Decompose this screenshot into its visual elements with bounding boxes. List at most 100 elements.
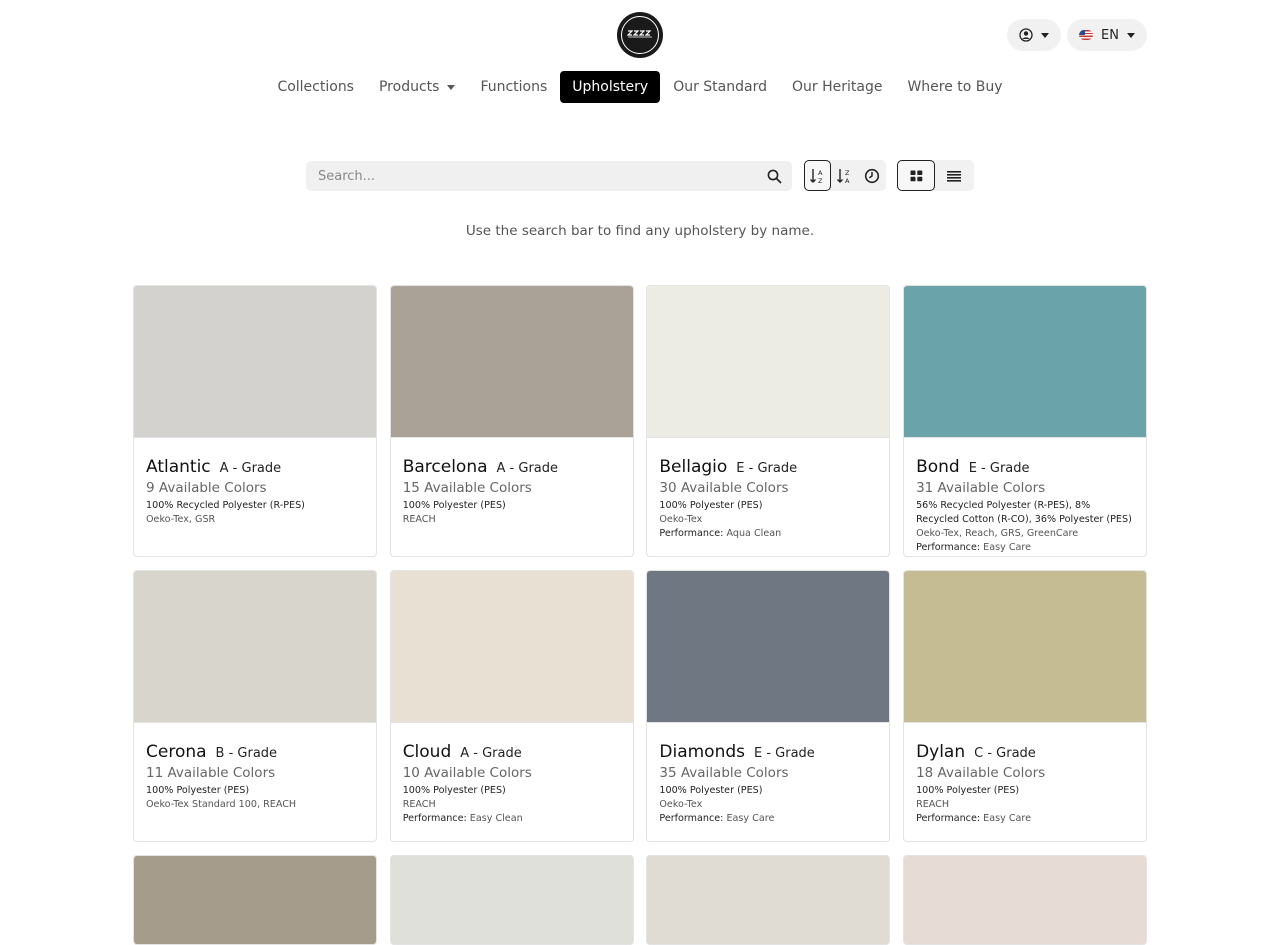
sort-recent-button[interactable] (858, 160, 885, 191)
fabric-composition: 100% Polyester (PES) (146, 785, 250, 796)
search-input[interactable] (316, 167, 767, 185)
card-body: Bellagio E - Grade 30 Available Colors 100%… (647, 438, 889, 541)
upholstery-card[interactable]: Cerona B - Grade 11 Available Colors 100% P… (133, 570, 377, 842)
upholstery-card[interactable]: Bellagio E - Grade 30 Available Colors 100%… (646, 285, 891, 557)
account-menu-button[interactable] (1007, 19, 1062, 51)
title-row: Bond E - Grade (916, 457, 1134, 477)
svg-text:A: A (818, 169, 823, 177)
title-row: Atlantic A - Grade (146, 457, 364, 477)
fabric-name[interactable]: Cerona (146, 742, 207, 762)
fabric-swatch-image[interactable] (647, 856, 890, 944)
nav-item-label: Functions (480, 79, 548, 95)
nav-item-label: Where to Buy (907, 79, 1003, 95)
fabric-name[interactable]: Barcelona (403, 457, 488, 477)
fabric-performance: Performance: Easy Care (659, 812, 877, 826)
upholstery-card[interactable] (389, 855, 634, 945)
grid-view-button[interactable] (897, 160, 935, 191)
sort-z-a-button[interactable]: Z A (831, 160, 858, 191)
fabric-name[interactable]: Cloud (403, 742, 452, 762)
fabric-swatch-image[interactable] (390, 571, 633, 723)
upholstery-card[interactable]: Bond E - Grade 31 Available Colors 56% Recy… (903, 285, 1148, 557)
fabric-swatch-image[interactable] (647, 571, 890, 723)
fabric-swatch-image[interactable] (134, 571, 376, 723)
fabric-swatch-image[interactable] (390, 856, 633, 944)
fabric-swatch-image[interactable] (904, 571, 1147, 723)
nav-item-label: Our Heritage (791, 79, 883, 95)
fabric-composition: 100% Polyester (PES) (402, 500, 506, 511)
list-view-button[interactable] (935, 160, 973, 191)
fabric-name[interactable]: Diamonds (659, 742, 745, 762)
nav-item-where-to-buy[interactable]: Where to Buy (895, 71, 1014, 103)
upholstery-grid: Atlantic A - Grade 9 Available Colors 100% … (133, 285, 1148, 945)
fabric-certifications: REACH (916, 799, 950, 810)
fabric-certifications: Oeko-Tex, GSR (146, 514, 216, 525)
clock-icon (864, 168, 879, 183)
available-colors: 35 Available Colors (659, 765, 789, 781)
svg-text:Z: Z (845, 169, 850, 177)
view-toggle (897, 160, 974, 191)
fabric-grade: A - Grade (219, 461, 282, 476)
us-flag-icon (1079, 30, 1094, 40)
fabric-name[interactable]: Bond (916, 457, 960, 477)
fabric-composition: 100% Polyester (PES) (659, 500, 763, 511)
fabric-swatch-image[interactable] (904, 286, 1147, 438)
sort-options: A Z Z A (804, 160, 886, 191)
upholstery-card[interactable]: Cloud A - Grade 10 Available Colors 100% Po… (389, 570, 634, 842)
fabric-certifications: Oeko-Tex Standard 100, REACH (146, 799, 297, 810)
nav-item-collections[interactable]: Collections (265, 71, 366, 103)
user-circle-icon (1019, 28, 1033, 42)
performance-value: Aqua Clean (726, 528, 782, 539)
available-colors: 9 Available Colors (146, 480, 267, 496)
upholstery-card[interactable]: Barcelona A - Grade 15 Available Colors 100… (389, 285, 634, 557)
upholstery-card[interactable]: Diamonds E - Grade 35 Available Colors 100%… (646, 570, 891, 842)
nav-item-our-standard[interactable]: Our Standard (661, 71, 779, 103)
search-icon[interactable] (767, 169, 782, 184)
nav-item-products[interactable]: Products (367, 71, 467, 103)
fabric-grade: E - Grade (736, 461, 798, 476)
available-colors: 15 Available Colors (402, 480, 532, 496)
upholstery-card[interactable]: Dylan C - Grade 18 Available Colors 100% Po… (903, 570, 1148, 842)
available-colors: 10 Available Colors (402, 765, 532, 781)
upholstery-card[interactable] (903, 855, 1148, 945)
nav-item-label: Our Standard (673, 79, 767, 95)
fabric-swatch-image[interactable] (134, 856, 376, 944)
card-body: Barcelona A - Grade 15 Available Colors 100… (391, 438, 633, 527)
performance-value: Easy Clean (469, 813, 523, 824)
sort-alpha-asc-icon: A Z (809, 168, 823, 185)
brand-logo[interactable] (617, 12, 663, 58)
fabric-swatch-image[interactable] (904, 856, 1147, 944)
fabric-swatch-image[interactable] (390, 286, 633, 438)
sort-a-z-button[interactable]: A Z (804, 160, 831, 191)
fabric-grade: E - Grade (968, 461, 1030, 476)
available-colors: 18 Available Colors (916, 765, 1046, 781)
card-body: Atlantic A - Grade 9 Available Colors 100% … (134, 438, 376, 527)
title-row: Bellagio E - Grade (659, 457, 877, 477)
fabric-certifications: Oeko-Tex, Reach, GRS, GreenCare (916, 528, 1079, 539)
performance-label: Performance: (659, 813, 724, 824)
chevron-down-icon (1041, 32, 1050, 38)
fabric-grade: E - Grade (754, 746, 815, 761)
fabric-swatch-image[interactable] (647, 286, 890, 438)
upholstery-card[interactable] (646, 855, 891, 945)
performance-label: Performance: (659, 528, 724, 539)
fabric-composition: 100% Recycled Polyester (R-PES) (146, 500, 305, 511)
performance-label: Performance: (402, 813, 467, 824)
svg-text:A: A (845, 177, 850, 185)
nav-item-functions[interactable]: Functions (468, 71, 559, 103)
main-navigation: Collections Products Functions Upholstery Ou… (0, 71, 1280, 103)
upholstery-card[interactable]: Atlantic A - Grade 9 Available Colors 100% … (133, 285, 377, 557)
title-row: Diamonds E - Grade (659, 742, 877, 762)
fabric-name[interactable]: Bellagio (659, 457, 727, 477)
title-row: Cerona B - Grade (146, 742, 364, 762)
fabric-swatch-image[interactable] (134, 286, 376, 438)
nav-item-upholstery[interactable]: Upholstery (560, 71, 661, 103)
nav-item-our-heritage[interactable]: Our Heritage (780, 71, 894, 103)
upholstery-card[interactable] (133, 855, 377, 945)
performance-label: Performance: (916, 542, 981, 553)
language-selector[interactable]: EN (1067, 19, 1147, 51)
fabric-name[interactable]: Atlantic (146, 457, 211, 477)
sort-alpha-desc-icon: Z A (836, 168, 850, 185)
fabric-grade: B - Grade (215, 746, 278, 761)
fabric-grade: A - Grade (460, 746, 522, 761)
fabric-name[interactable]: Dylan (916, 742, 965, 762)
